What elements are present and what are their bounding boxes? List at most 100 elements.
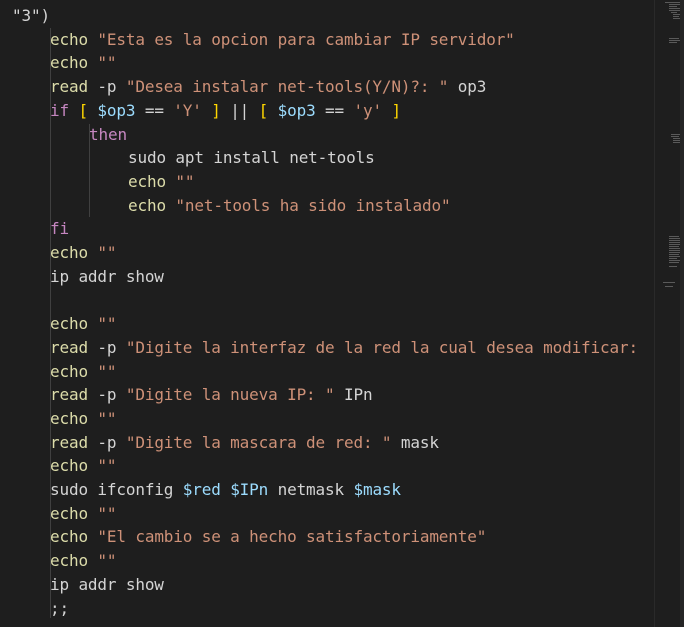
code-token-string: "Digite la nueva IP: " xyxy=(125,385,335,405)
code-token-keyword: fi xyxy=(50,219,69,239)
code-token-text: IPn xyxy=(334,385,373,405)
code-line[interactable]: echo "" xyxy=(50,360,117,384)
code-line[interactable]: echo "Esta es la opcion para cambiar IP … xyxy=(50,28,515,52)
minimap-line xyxy=(669,258,677,259)
minimap-line xyxy=(669,38,679,39)
code-token-command: echo xyxy=(128,171,166,191)
code-line[interactable]: ;; xyxy=(50,597,69,621)
code-token-text: op3 xyxy=(448,77,487,97)
minimap-line xyxy=(669,262,679,263)
code-token-text: ;; xyxy=(50,598,69,618)
code-token-command: read xyxy=(50,337,88,357)
minimap-line xyxy=(673,16,679,17)
code-token-string: "" xyxy=(97,314,117,334)
code-token-command: echo xyxy=(50,29,88,49)
indent-guide xyxy=(89,124,90,148)
code-token-text: ip addr show xyxy=(50,266,164,286)
code-token-variable: $op3 xyxy=(97,100,136,120)
code-line[interactable]: echo "" xyxy=(50,549,117,573)
code-token-bracket: ] xyxy=(391,100,401,120)
code-token-string: "" xyxy=(175,171,195,191)
code-token-bracket: [ xyxy=(258,100,269,120)
code-token-command: echo xyxy=(50,503,88,523)
code-line[interactable]: read -p "Desea instalar net-tools(Y/N)?:… xyxy=(50,75,486,99)
code-line[interactable]: sudo apt install net-tools xyxy=(128,146,375,170)
code-token-variable: $IPn xyxy=(230,480,269,499)
code-token-command: echo xyxy=(50,314,88,334)
code-token-command: echo xyxy=(50,456,88,476)
code-line[interactable]: read -p "Digite la nueva IP: " IPn xyxy=(50,383,373,407)
code-token-text: -p xyxy=(87,385,126,405)
code-line[interactable]: echo "" xyxy=(50,502,117,526)
code-line[interactable]: echo "El cambio se a hecho satisfactoria… xyxy=(50,525,486,549)
code-editor[interactable]: "3") echo "Esta es la opcion para cambiar… xyxy=(0,0,654,627)
code-token-variable: $op3 xyxy=(277,100,316,120)
code-token-command: echo xyxy=(50,527,88,547)
code-token-command: echo xyxy=(50,551,88,571)
minimap-line xyxy=(669,254,679,255)
code-token-string: "" xyxy=(97,551,117,571)
code-line[interactable]: echo "" xyxy=(50,454,117,478)
minimap-line xyxy=(669,266,677,267)
code-token-string: "Digite la mascara de red: " xyxy=(125,432,392,452)
code-token-command: read xyxy=(50,432,88,452)
code-token-string: "Digite la interfaz de la red la cual de… xyxy=(125,337,638,357)
minimap-line xyxy=(669,42,677,43)
code-token-bracket: ] xyxy=(211,100,221,120)
code-line[interactable]: ip addr show xyxy=(50,573,164,597)
code-line[interactable]: fi xyxy=(50,217,69,241)
code-line[interactable]: echo "" xyxy=(50,312,117,336)
code-token-string: "" xyxy=(97,503,117,523)
code-token-command: read xyxy=(50,385,88,405)
code-line[interactable]: ip addr show xyxy=(50,265,164,289)
code-token-string: "" xyxy=(97,53,117,73)
code-token-text: -p xyxy=(87,77,126,97)
minimap-line xyxy=(663,282,675,283)
code-token-command: echo xyxy=(50,408,88,428)
code-line[interactable]: read -p "Digite la interfaz de la red la… xyxy=(50,336,638,360)
code-line[interactable]: sudo ifconfig $red $IPn netmask $mask xyxy=(50,478,401,502)
code-token-string: "Desea instalar net-tools(Y/N)?: " xyxy=(125,77,449,97)
indent-guide xyxy=(50,28,51,618)
code-token-string: "Esta es la opcion para cambiar IP servi… xyxy=(97,29,515,49)
code-token-variable: $red xyxy=(182,480,221,499)
code-line[interactable]: echo "" xyxy=(50,407,117,431)
code-token-text: sudo ifconfig xyxy=(50,480,183,499)
code-line[interactable]: echo "" xyxy=(50,51,117,75)
code-token-string: "" xyxy=(97,361,117,381)
code-token-command: echo xyxy=(50,361,88,381)
code-token-variable: $mask xyxy=(353,480,401,499)
code-line[interactable]: read -p "Digite la mascara de red: " mas… xyxy=(50,431,439,455)
code-token-command: read xyxy=(50,77,88,97)
code-token-string: "" xyxy=(97,408,117,428)
code-line[interactable]: echo "" xyxy=(50,241,117,265)
code-line[interactable]: if [ $op3 == 'Y' ] || [ $op3 == 'y' ] xyxy=(50,99,401,123)
minimap-line xyxy=(671,12,677,13)
code-token-string: "" xyxy=(97,243,117,262)
code-token-text: || xyxy=(220,100,259,120)
code-token-string: 'Y' xyxy=(173,100,202,120)
vertical-scrollbar[interactable] xyxy=(680,0,684,627)
minimap-line xyxy=(669,6,677,7)
code-token-text: -p xyxy=(87,337,126,357)
minimap-line xyxy=(665,286,673,287)
code-token-text: netmask xyxy=(268,480,354,499)
minimap-line xyxy=(671,136,679,137)
code-line[interactable]: echo "" xyxy=(128,170,195,194)
code-line[interactable]: then xyxy=(89,123,127,147)
code-token-text: == xyxy=(135,100,174,120)
code-line[interactable]: echo "net-tools ha sido instalado" xyxy=(128,194,451,218)
code-token-command: echo xyxy=(50,53,88,73)
code-line[interactable]: "3") xyxy=(12,4,50,28)
